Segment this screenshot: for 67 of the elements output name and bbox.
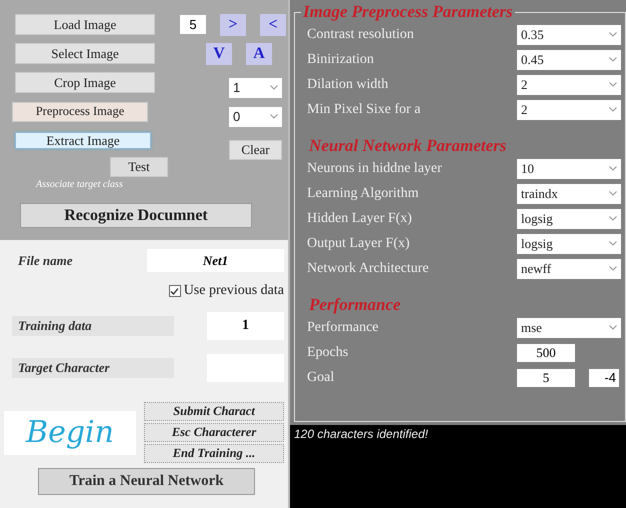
- previous-button[interactable]: <: [260, 14, 286, 36]
- parameter-dropdown[interactable]: 10: [517, 158, 621, 178]
- extract-image-button[interactable]: Extract Image: [15, 132, 151, 149]
- parameter-label: Neurons in hiddne layer: [306, 160, 443, 176]
- crop-dropdown[interactable]: 1: [229, 78, 282, 98]
- parameter-dropdown[interactable]: 2: [517, 74, 621, 94]
- chevron-down-icon: [609, 266, 617, 271]
- parameter-dropdown[interactable]: logsig: [517, 234, 621, 254]
- parameter-dropdown[interactable]: newff: [517, 258, 621, 278]
- clear-button[interactable]: Clear: [229, 140, 282, 160]
- action-button[interactable]: Esc Characterer: [144, 423, 284, 442]
- chevron-down-icon: [270, 114, 278, 119]
- recognize-document-button[interactable]: Recognize Documnet: [20, 203, 252, 228]
- chevron-down-icon: [609, 82, 617, 87]
- count-field[interactable]: 5: [180, 15, 206, 34]
- target-character-label: Target Character: [12, 358, 174, 378]
- hint-text: Associate target class: [36, 179, 124, 192]
- exponent-field[interactable]: -4: [589, 368, 619, 386]
- use-previous-checkbox[interactable]: [168, 285, 181, 297]
- parameter-label: Contrast resolution: [306, 26, 415, 42]
- action-button[interactable]: End Training ...: [144, 444, 284, 463]
- output-text: 120 characters identified!: [294, 427, 428, 441]
- preprocess-image-button[interactable]: Preprocess Image: [12, 102, 148, 122]
- parameter-label: Goal: [306, 370, 336, 386]
- parameter-label: Network Architecture: [306, 260, 430, 276]
- load-image-button[interactable]: Load Image: [15, 14, 155, 35]
- parameter-label: Output Layer F(x): [306, 236, 411, 252]
- chevron-down-icon: [270, 85, 278, 90]
- parameter-field[interactable]: 500: [517, 344, 575, 362]
- chevron-down-icon: [609, 57, 617, 62]
- chevron-down-icon: [609, 166, 617, 171]
- parameter-label: Binirization: [306, 52, 375, 68]
- parameter-dropdown[interactable]: traindx: [517, 184, 621, 204]
- parameter-dropdown[interactable]: mse: [517, 318, 621, 338]
- preprocess-dropdown[interactable]: 0: [229, 106, 282, 126]
- chevron-down-icon: [609, 325, 617, 330]
- use-previous-label: Use previous data: [184, 283, 284, 299]
- parameter-dropdown[interactable]: 0.35: [517, 24, 621, 44]
- parameter-label: Performance: [306, 320, 380, 336]
- training-data-field[interactable]: 1: [207, 312, 284, 340]
- up-button[interactable]: A: [246, 42, 272, 64]
- select-image-button[interactable]: Select Image: [15, 43, 155, 64]
- file-name-field[interactable]: Net1: [147, 249, 284, 272]
- chevron-down-icon: [609, 32, 617, 37]
- crop-image-button[interactable]: Crop Image: [15, 72, 155, 93]
- parameter-dropdown[interactable]: 2: [517, 100, 621, 120]
- action-button[interactable]: Submit Charact: [144, 402, 284, 421]
- section-title: Performance: [307, 295, 403, 315]
- chevron-down-icon: [609, 216, 617, 221]
- chevron-down-icon: [609, 191, 617, 196]
- parameter-label: Dilation width: [306, 76, 390, 92]
- chevron-down-icon: [609, 241, 617, 246]
- parameter-dropdown[interactable]: logsig: [517, 208, 621, 228]
- parameter-label: Epochs: [306, 344, 350, 360]
- parameter-label: Min Pixel Sixe for a: [306, 102, 422, 118]
- training-data-label: Training data: [12, 316, 174, 336]
- parameter-label: Learning Algorithm: [306, 186, 420, 202]
- parameter-dropdown[interactable]: 0.45: [517, 50, 621, 70]
- begin-text: Begin: [4, 410, 136, 454]
- next-button[interactable]: >: [220, 14, 246, 36]
- file-name-label: File name: [17, 252, 74, 270]
- test-button[interactable]: Test: [110, 157, 168, 177]
- parameter-label: Hidden Layer F(x): [306, 210, 413, 226]
- down-button[interactable]: V: [206, 42, 232, 64]
- train-network-button[interactable]: Train a Neural Network: [38, 468, 255, 495]
- chevron-down-icon: [609, 107, 617, 112]
- parameter-field[interactable]: 5: [517, 368, 575, 386]
